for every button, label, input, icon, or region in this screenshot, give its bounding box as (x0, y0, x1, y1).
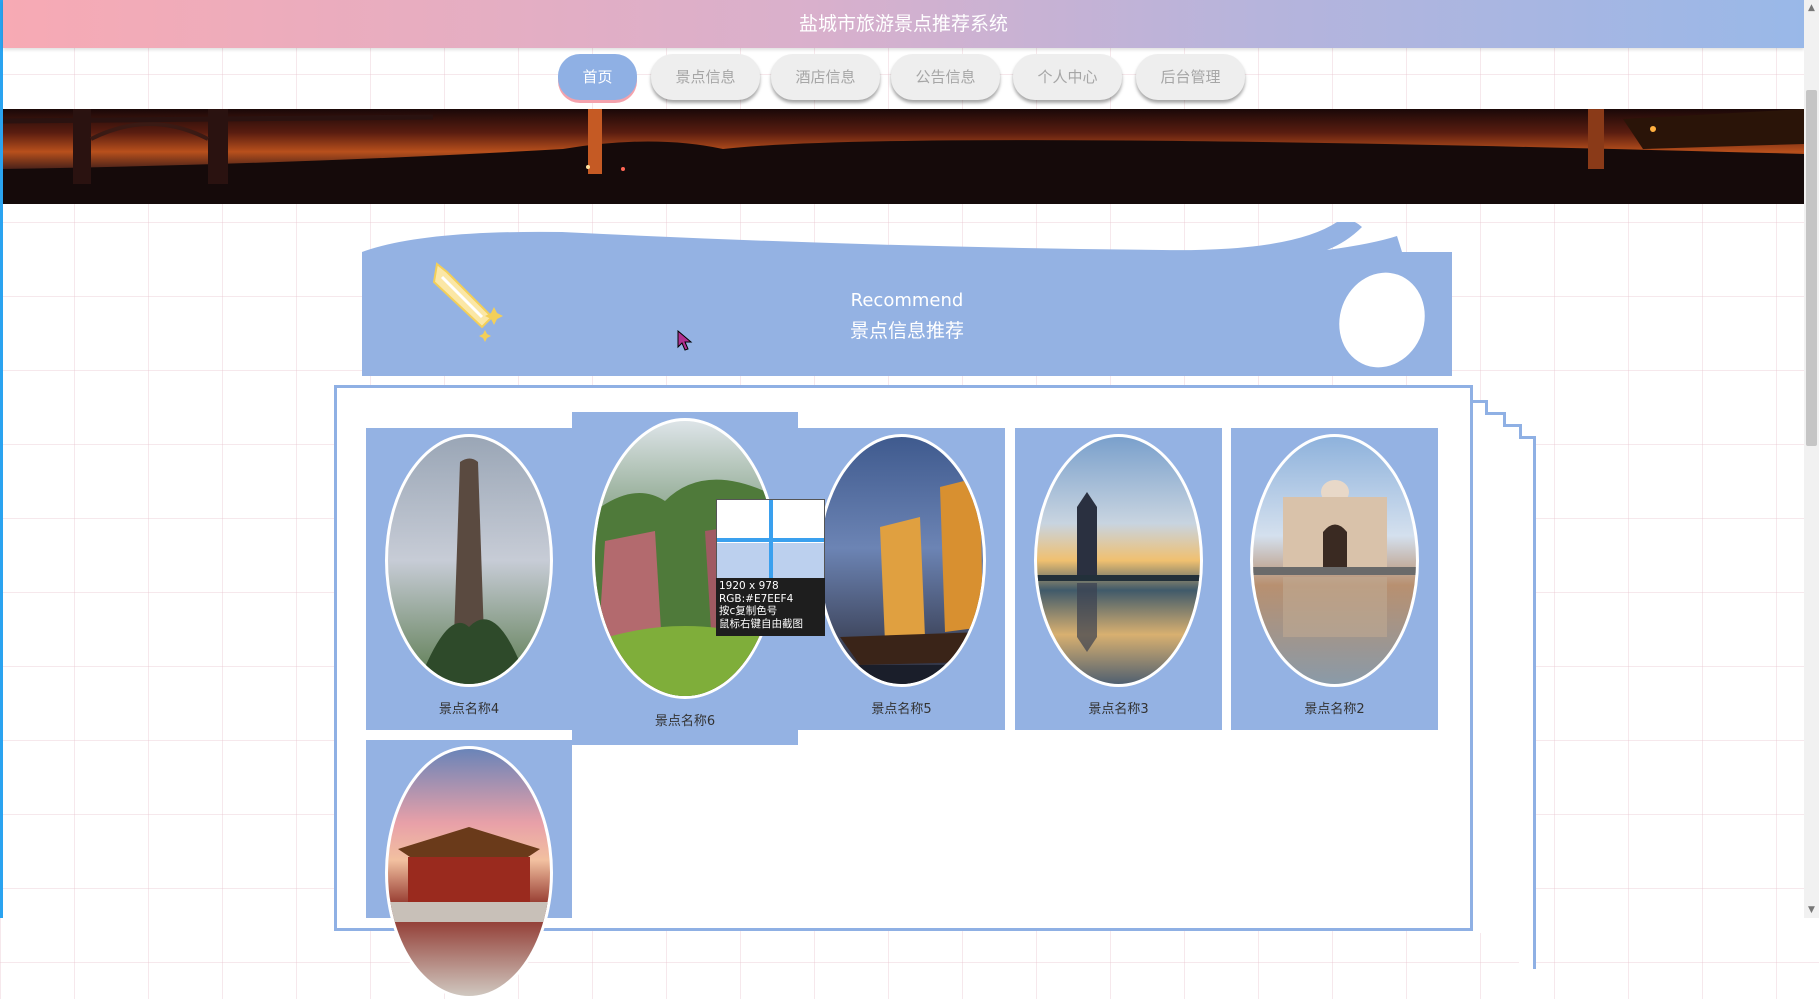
banner-image (3, 109, 1804, 204)
forbidden-city-gate-picture (388, 827, 550, 922)
attraction-photo (385, 434, 553, 687)
picker-rgb: RGB:#E7EEF4 (719, 592, 794, 605)
attraction-name: 景点名称2 (1304, 702, 1365, 717)
nav-profile[interactable]: 个人中心 (1013, 54, 1122, 100)
attraction-card[interactable]: 景点名称4 (366, 428, 572, 730)
nav-home[interactable]: 首页 (558, 54, 637, 100)
attraction-name: 景点名称4 (438, 702, 500, 717)
nav-hotels[interactable]: 酒店信息 (771, 54, 880, 100)
attraction-photo (1034, 434, 1203, 687)
crosshair-icon (717, 500, 824, 578)
color-picker-magnifier (716, 499, 825, 579)
attraction-photo (1250, 434, 1419, 687)
picker-size: 1920 x 978 (719, 580, 779, 592)
scrollbar-thumb[interactable] (1806, 90, 1817, 446)
attraction-name: 景点名称6 (654, 714, 716, 729)
mouse-cursor-icon (677, 330, 693, 351)
picker-hint-screenshot: 鼠标右键自由截图 (719, 617, 803, 630)
site-title: 盐城市旅游景点推荐系统 (798, 13, 1008, 35)
nav-admin[interactable]: 后台管理 (1136, 54, 1245, 100)
pagoda-reflection-picture (1037, 492, 1200, 652)
recommend-header: Recommend 景点信息推荐 (362, 222, 1452, 376)
color-picker-overlay: 1920 x 978 RGB:#E7EEF4 按c复制色号 鼠标右键自由截图 (716, 499, 825, 636)
attraction-card[interactable]: 景点名称2 (1231, 428, 1438, 730)
scroll-down-arrow-icon[interactable]: ▼ (1804, 902, 1819, 918)
stone-pillar-picture (418, 458, 528, 684)
picker-hint-copy: 按c复制色号 (719, 605, 778, 617)
attraction-photo (385, 746, 553, 999)
recommend-title-en: Recommend (850, 290, 964, 311)
scroll-up-arrow-icon[interactable]: ▲ (1804, 0, 1819, 16)
attraction-card[interactable]: 景点名称5 (798, 428, 1005, 730)
attraction-name: 景点名称3 (1088, 702, 1149, 717)
attraction-card[interactable] (366, 740, 572, 999)
attraction-name: 景点名称5 (871, 702, 932, 717)
recommend-title-zh: 景点信息推荐 (849, 320, 964, 342)
nav-attractions[interactable]: 景点信息 (651, 54, 760, 100)
attraction-photo (817, 434, 986, 687)
sailing-boat-picture (820, 477, 983, 684)
main-nav: 首页 景点信息 酒店信息 公告信息 个人中心 后台管理 (0, 54, 1819, 106)
attraction-card[interactable]: 景点名称3 (1015, 428, 1222, 730)
stacked-page-edge (1519, 436, 1536, 969)
site-title-bar: 盐城市旅游景点推荐系统 (3, 0, 1804, 48)
color-picker-info: 1920 x 978 RGB:#E7EEF4 按c复制色号 鼠标右键自由截图 (716, 578, 825, 636)
bridge-sunset-illustration (3, 109, 1804, 204)
domed-palace-picture (1253, 480, 1416, 637)
nav-announcements[interactable]: 公告信息 (891, 54, 1000, 100)
